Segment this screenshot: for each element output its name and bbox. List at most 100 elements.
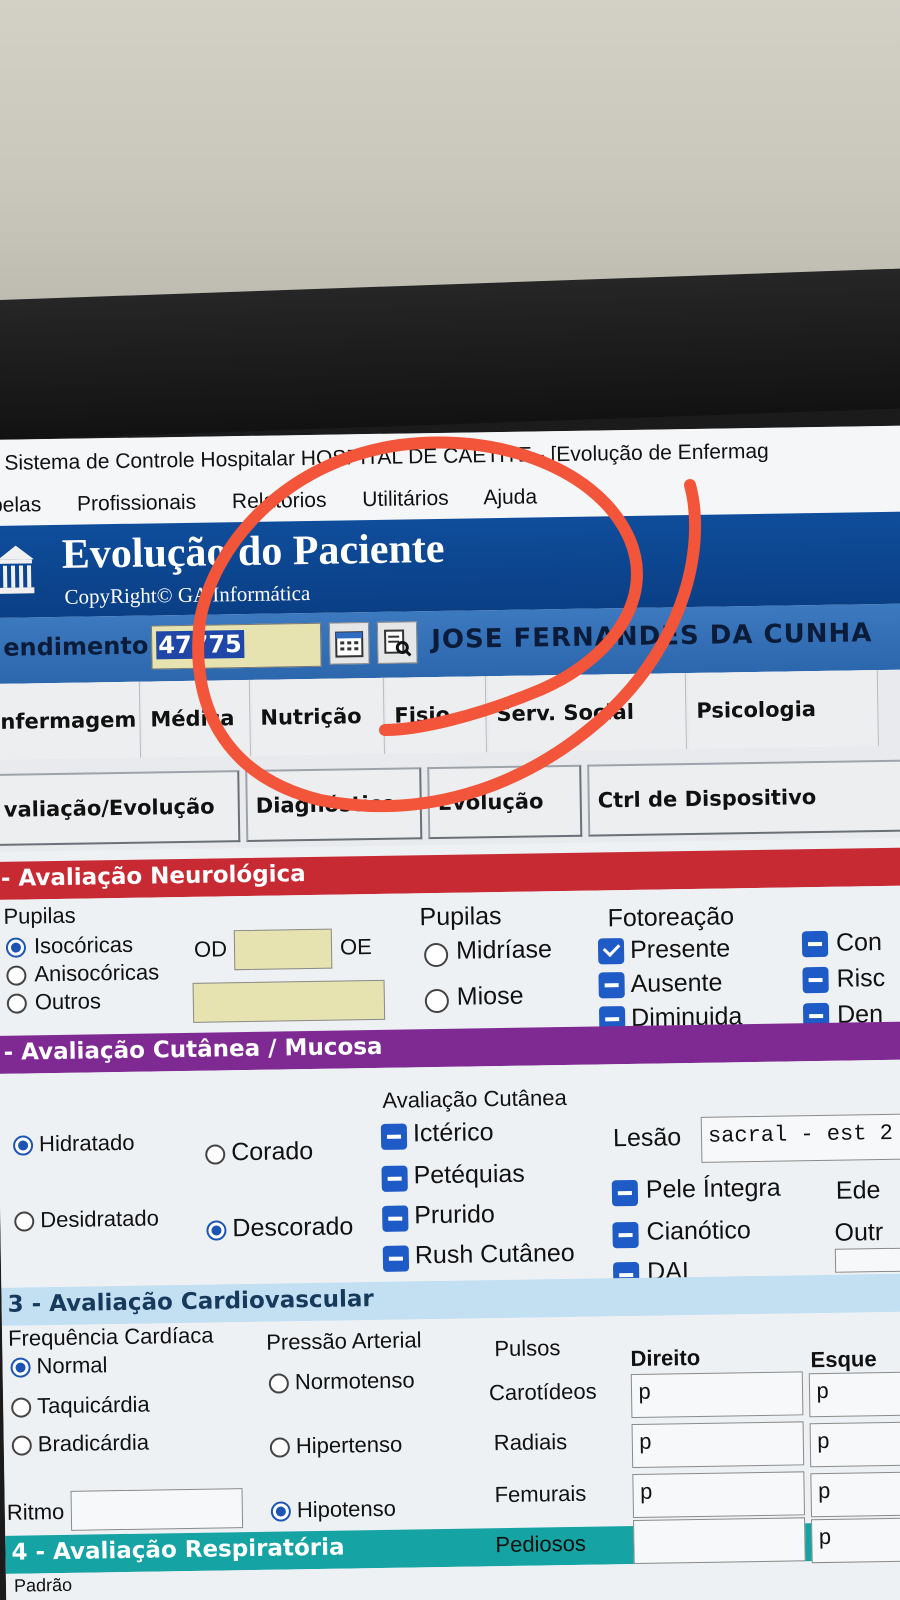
pediosos-esquerdo-value: p	[818, 1525, 832, 1552]
tab-enfermagem[interactable]: nfermagem	[0, 681, 142, 760]
checkbox-icterico[interactable]	[380, 1123, 408, 1150]
calendar-button[interactable]	[328, 622, 370, 665]
atendimento-value: 47775	[156, 630, 244, 660]
neuro-panel: Pupilas Isocóricas Anisocóricas Outros O…	[0, 885, 900, 1036]
cutanea-panel: Hidratado Desidratado Corado Descorado A…	[0, 1059, 900, 1289]
menu-tabelas[interactable]: belas	[0, 493, 41, 517]
pupilas-label: Pupilas	[3, 902, 76, 929]
outros-input[interactable]	[192, 979, 386, 1023]
tab-fisio[interactable]: Fisio	[385, 676, 487, 754]
radio-anisocoricas[interactable]	[6, 965, 27, 986]
tab-diagnostico[interactable]: Diagnóstico	[245, 767, 423, 842]
atendimento-input[interactable]: 47775	[150, 622, 322, 670]
radio-hidratado[interactable]	[12, 1135, 34, 1156]
od-label: OD	[193, 936, 228, 962]
outros-label: Outros	[34, 988, 102, 1015]
checkbox-presente[interactable]	[597, 938, 625, 965]
pulsos-label: Pulsos	[494, 1335, 561, 1362]
femurais-direito-input[interactable]: p	[632, 1471, 805, 1519]
checkbox-cianotico[interactable]	[612, 1221, 639, 1249]
radio-isocoricas[interactable]	[5, 937, 27, 958]
carotideos-direito-input[interactable]: p	[630, 1371, 804, 1419]
background-wall	[0, 0, 900, 312]
carotideos-esquerdo-value: p	[815, 1379, 830, 1406]
tab-avaliacao-evolucao[interactable]: valiação/Evolução	[0, 770, 241, 846]
radiais-direito-value: p	[638, 1430, 653, 1456]
menu-relatorios[interactable]: Relatórios	[232, 489, 327, 513]
radio-normal[interactable]	[10, 1357, 31, 1378]
pupilas2-label: Pupilas	[419, 901, 502, 932]
outr-input[interactable]	[834, 1247, 900, 1273]
checkbox-prurido[interactable]	[382, 1205, 409, 1232]
prurido-label: Prurido	[414, 1200, 496, 1230]
menu-utilitarios[interactable]: Utilitários	[362, 487, 449, 511]
risc-label: Risc	[836, 963, 886, 993]
carotideos-esquerdo-input[interactable]: p	[808, 1371, 900, 1418]
fotoreacao-label: Fotoreação	[607, 902, 735, 933]
tab-serv-social[interactable]: Serv. Social	[487, 673, 687, 753]
radio-corado[interactable]	[205, 1144, 226, 1165]
hidratado-label: Hidratado	[38, 1129, 135, 1157]
checkbox-con[interactable]	[801, 930, 829, 958]
checkbox-pele-integra[interactable]	[611, 1179, 639, 1207]
bradicardia-label: Bradicárdia	[37, 1429, 150, 1457]
checkbox-ausente[interactable]	[598, 972, 625, 999]
midriase-label: Midríase	[455, 935, 553, 965]
presente-label: Presente	[629, 934, 731, 964]
pediosos-direito-input[interactable]	[633, 1517, 806, 1564]
padrao-label: Padrão	[13, 1574, 73, 1596]
patient-name: JOSE FERNANDES DA CUNHA	[430, 618, 873, 656]
radio-midriase[interactable]	[423, 942, 449, 968]
radio-bradicardia[interactable]	[11, 1435, 32, 1456]
lesao-input[interactable]: sacral - est 2	[700, 1113, 900, 1163]
radio-descorado[interactable]	[206, 1220, 227, 1241]
hipotenso-label: Hipotenso	[296, 1495, 397, 1523]
menu-profissionais[interactable]: Profissionais	[77, 491, 196, 516]
desidratado-label: Desidratado	[40, 1205, 160, 1233]
checkbox-risc[interactable]	[802, 966, 829, 994]
calendar-icon	[335, 631, 364, 658]
tab-ctrl-dispositivo[interactable]: Ctrl de Dispositivo	[587, 759, 900, 837]
descorado-label: Descorado	[232, 1212, 354, 1243]
radio-hipertenso[interactable]	[269, 1437, 291, 1458]
tab-evolucao[interactable]: Evolução	[427, 764, 583, 840]
cardio-panel: Frequência Cardíaca Normal Taquicárdia B…	[1, 1311, 900, 1536]
petequias-label: Petéquias	[413, 1159, 526, 1190]
professional-tabs: nfermagem Médica Nutrição Fisio Serv. So…	[0, 669, 900, 766]
pediosos-label: Pediosos	[495, 1530, 587, 1558]
checkbox-rush-cutaneo[interactable]	[382, 1245, 410, 1272]
search-record-icon	[384, 629, 412, 657]
radiais-label: Radiais	[493, 1429, 568, 1456]
ritmo-input[interactable]	[70, 1488, 244, 1531]
isocoricas-label: Isocóricas	[33, 931, 134, 959]
tab-medica[interactable]: Médica	[141, 679, 251, 758]
femurais-esquerdo-input[interactable]: p	[810, 1471, 900, 1518]
atendimento-label: endimento	[3, 631, 149, 662]
building-icon	[0, 545, 35, 594]
taquicardia-label: Taquicárdia	[36, 1391, 150, 1419]
con-label: Con	[835, 928, 883, 957]
ede-label: Ede	[835, 1176, 881, 1205]
radio-hipotenso[interactable]	[270, 1501, 292, 1522]
respiratoria-title: 4 - Avaliação Respiratória	[11, 1534, 345, 1566]
cianotico-label: Cianótico	[646, 1216, 751, 1246]
menu-ajuda[interactable]: Ajuda	[483, 485, 537, 509]
tab-psicologia[interactable]: Psicologia	[687, 670, 879, 750]
tab-nutricao[interactable]: Nutrição	[251, 677, 385, 756]
femurais-label: Femurais	[494, 1480, 587, 1508]
radio-desidratado[interactable]	[14, 1211, 35, 1232]
pediosos-esquerdo-input[interactable]: p	[811, 1517, 900, 1564]
checkbox-petequias[interactable]	[381, 1165, 408, 1192]
od-input[interactable]	[233, 928, 333, 971]
search-record-button[interactable]	[376, 621, 418, 664]
radio-miose[interactable]	[424, 988, 450, 1014]
radiais-esquerdo-input[interactable]: p	[809, 1421, 900, 1468]
esquerdo-header: Esque	[810, 1346, 877, 1373]
rush-cutaneo-label: Rush Cutâneo	[414, 1238, 575, 1270]
radio-taquicardia[interactable]	[11, 1397, 32, 1418]
icterico-label: Ictérico	[412, 1118, 494, 1148]
normotenso-label: Normotenso	[294, 1367, 415, 1395]
radio-outros[interactable]	[6, 993, 28, 1014]
radio-normotenso[interactable]	[268, 1373, 290, 1394]
radiais-direito-input[interactable]: p	[631, 1421, 805, 1469]
